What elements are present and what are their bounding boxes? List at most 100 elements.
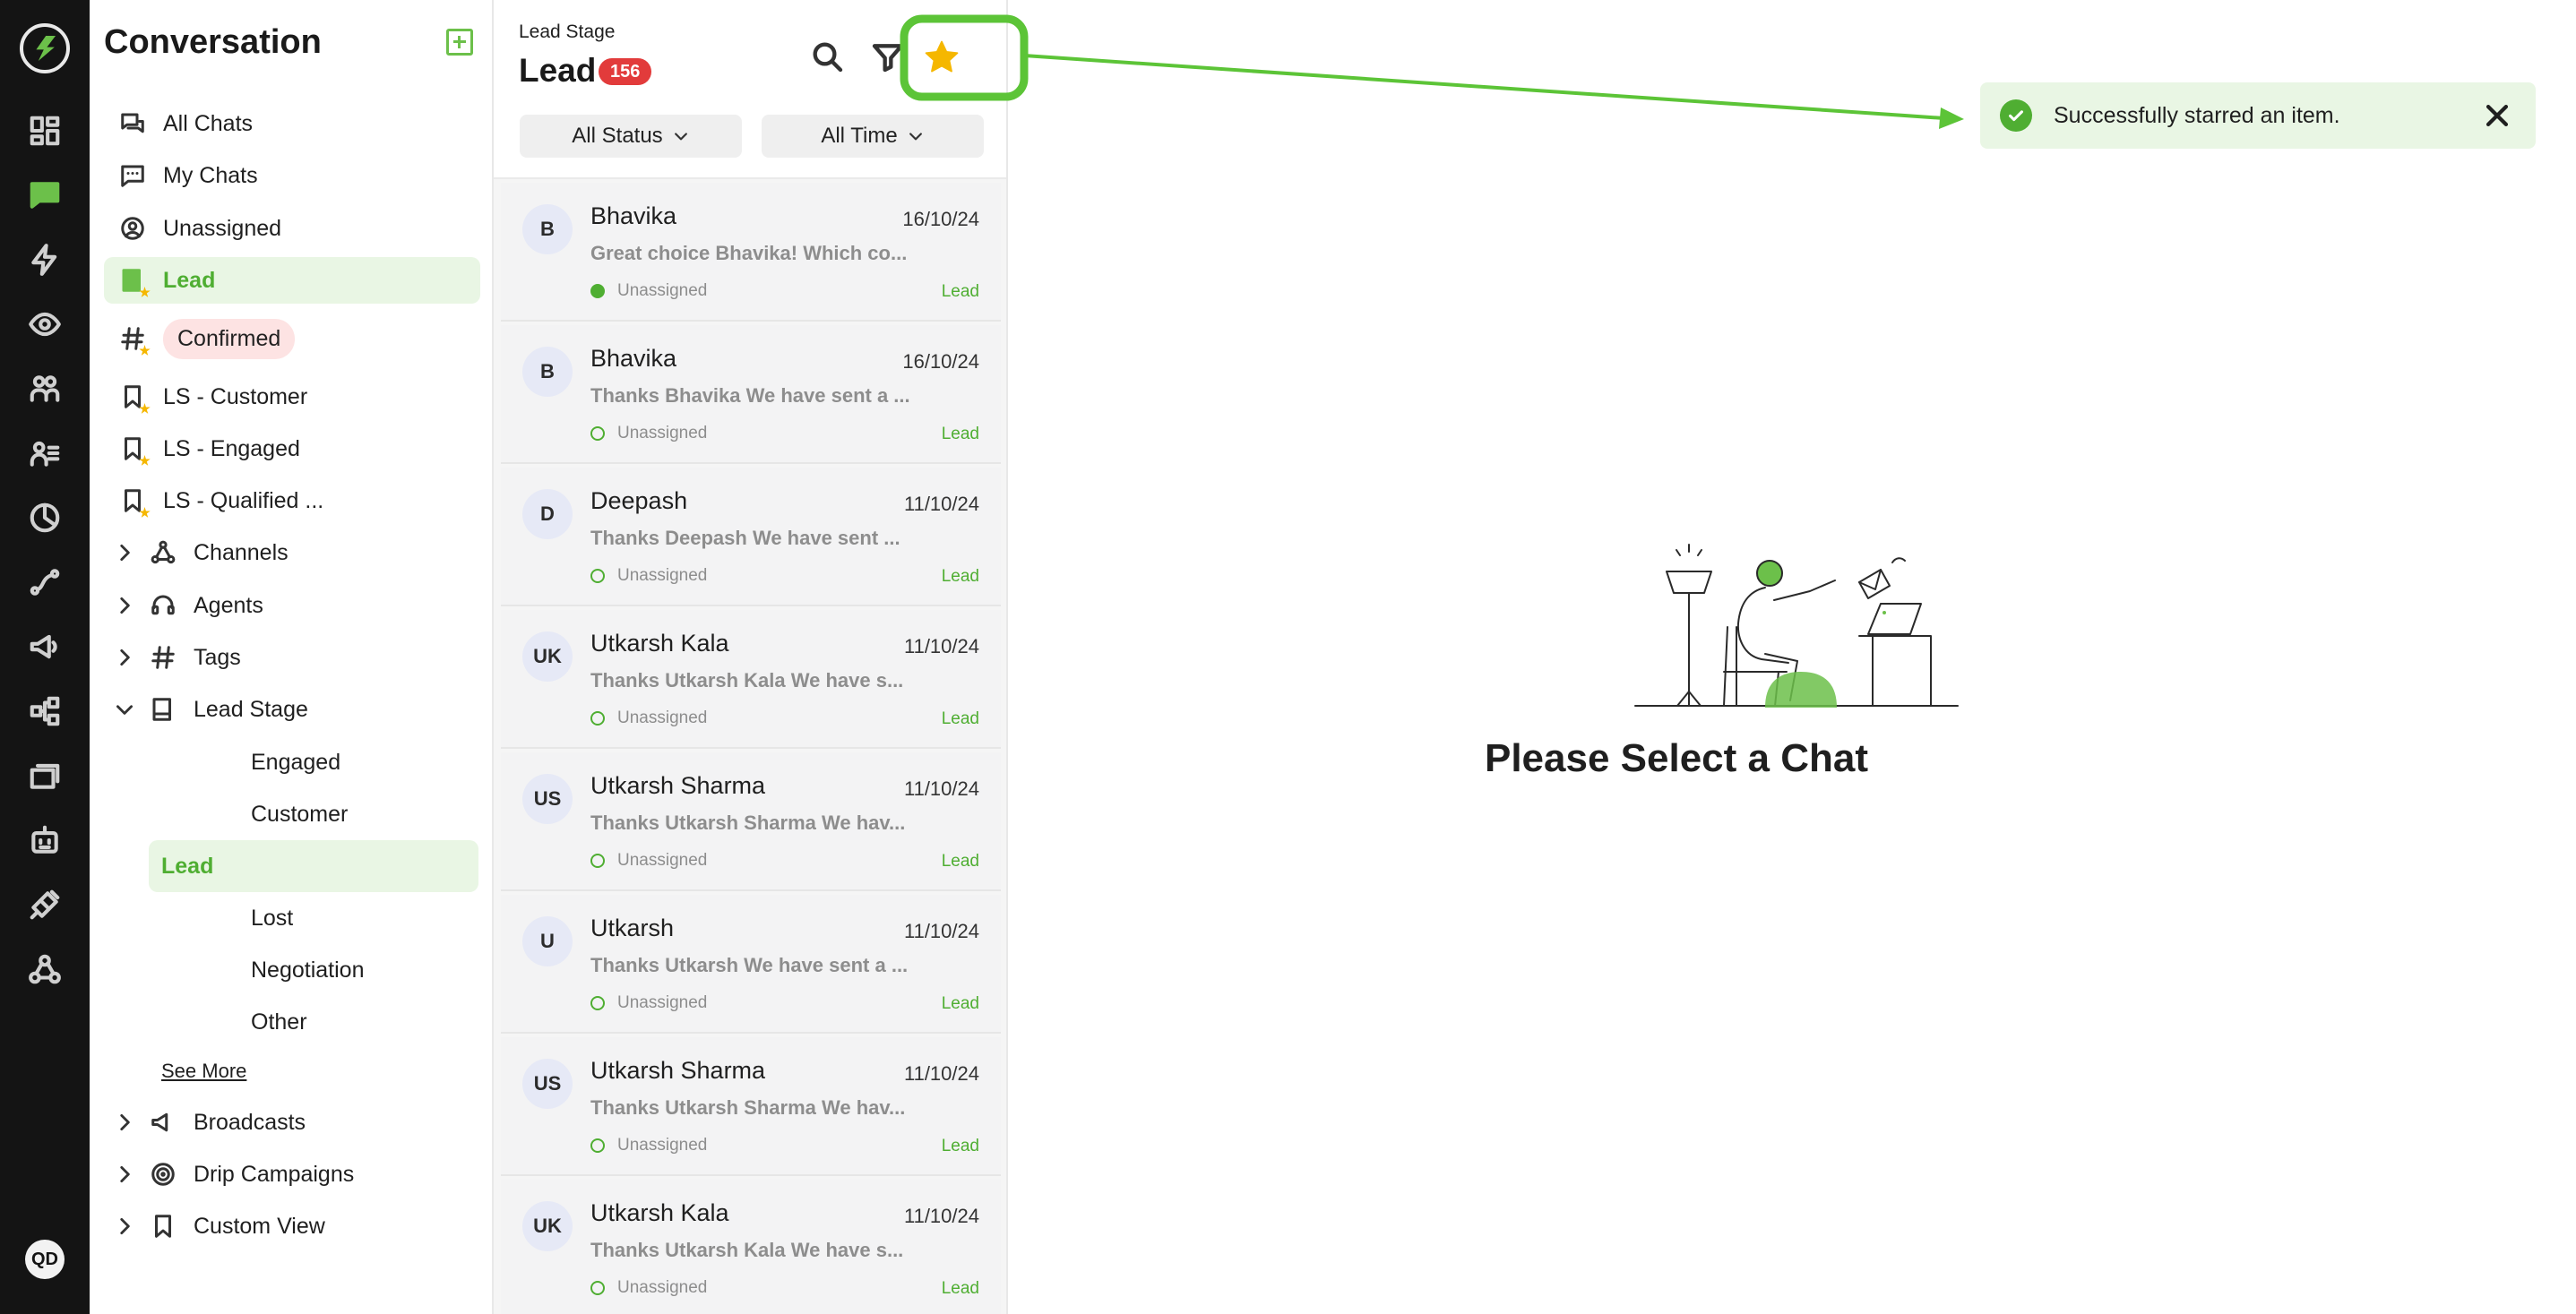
contact-name: Deepash [590, 487, 688, 514]
chat-detail-area: Successfully starred an item. Please Sel… [1008, 0, 2576, 1314]
chat-list-item[interactable]: UK Utkarsh Kala 11/10/24 Thanks Utkarsh … [501, 1180, 1001, 1314]
user-avatar[interactable]: QD [25, 1240, 65, 1279]
lead-stage-tag: Lead [941, 709, 979, 728]
star-button[interactable] [915, 30, 969, 84]
chat-list-item[interactable]: US Utkarsh Sharma 11/10/24 Thanks Utkars… [501, 1037, 1001, 1176]
contact-avatar: US [522, 774, 573, 824]
toast-message: Successfully starred an item. [2054, 102, 2340, 128]
sidebar-group-label: Lead Stage [194, 696, 308, 722]
empty-state-title: Please Select a Chat [1008, 736, 2576, 781]
assignment-status: Unassigned [590, 566, 707, 586]
chat-list-item[interactable]: B Bhavika 16/10/24 Great choice Bhavika!… [501, 183, 1001, 322]
sidebar-group-agents[interactable]: Agents [104, 582, 480, 629]
sidebar-group-lead-stage[interactable]: Lead Stage [104, 686, 480, 733]
bolt-icon[interactable] [27, 242, 63, 278]
chat-list-title: Lead [519, 52, 597, 89]
assignment-status: Unassigned [590, 993, 707, 1013]
channel-icon [590, 711, 605, 726]
sidebar-group-custom-view[interactable]: Custom View [104, 1203, 480, 1250]
target-icon [149, 1160, 177, 1189]
sidebar-item-all-chats[interactable]: All Chats [104, 100, 480, 147]
lead-stage-kicker: Lead Stage [519, 21, 616, 42]
left-rail: QD [0, 0, 90, 1314]
assignment-label: Unassigned [617, 993, 708, 1012]
last-message: Great choice Bhavika! Which co... [590, 242, 908, 264]
sidebar-item-my-chats[interactable]: My Chats [104, 152, 480, 199]
contact-avatar: B [522, 204, 573, 254]
time-filter-label: All Time [821, 124, 898, 148]
chevron-right-icon[interactable] [111, 539, 138, 566]
sidebar-item-label: My Chats [163, 162, 258, 188]
chat-date: 11/10/24 [903, 493, 979, 515]
assignment-label: Unassigned [617, 1136, 708, 1155]
sidebar-group-broadcasts[interactable]: Broadcasts [104, 1099, 480, 1146]
add-view-icon[interactable] [446, 29, 473, 56]
plug-icon[interactable] [27, 887, 63, 923]
chevron-down-icon [909, 133, 922, 141]
lead-stage-lead[interactable]: Lead [149, 840, 478, 892]
bookmark-icon [118, 382, 151, 414]
filter-icon[interactable] [866, 34, 910, 79]
eye-icon[interactable] [27, 306, 63, 342]
sidebar-group-label: Drip Campaigns [194, 1161, 355, 1187]
success-toast: Successfully starred an item. [1980, 82, 2536, 149]
close-icon[interactable] [2482, 100, 2512, 131]
chevron-right-icon[interactable] [111, 644, 138, 671]
assignment-label: Unassigned [617, 566, 708, 585]
sidebar-title: Conversation [104, 23, 322, 61]
assignment-label: Unassigned [617, 1278, 708, 1297]
sidebar-item-ls-engaged[interactable]: LS - Engaged [104, 425, 480, 472]
chat-count-badge: 156 [599, 58, 652, 85]
analytics-icon[interactable] [27, 500, 63, 536]
sidebar-item-unassigned[interactable]: Unassigned [104, 205, 480, 252]
webhook-icon[interactable] [27, 951, 63, 987]
team-icon[interactable] [27, 371, 63, 407]
assignment-status: Unassigned [590, 1278, 707, 1298]
assignment-status: Unassigned [590, 424, 707, 443]
chevron-right-icon[interactable] [111, 1109, 138, 1136]
chat-list-item[interactable]: B Bhavika 16/10/24 Thanks Bhavika We hav… [501, 325, 1001, 464]
sidebar-group-channels[interactable]: Channels [104, 529, 480, 576]
sidebar-item-label: Unassigned [163, 215, 282, 241]
lead-stage-tag: Lead [941, 282, 979, 301]
sidebar-group-tags[interactable]: Tags [104, 634, 480, 681]
chat-list-item[interactable]: US Utkarsh Sharma 11/10/24 Thanks Utkars… [501, 752, 1001, 891]
sidebar-group-drip-campaigns[interactable]: Drip Campaigns [104, 1151, 480, 1198]
search-icon[interactable] [805, 34, 849, 79]
sidebar-item-confirmed[interactable]: Confirmed [104, 315, 480, 362]
flow-icon[interactable] [27, 693, 63, 729]
chat-list-item[interactable]: U Utkarsh 11/10/24 Thanks Utkarsh We hav… [501, 895, 1001, 1034]
megaphone-icon[interactable] [27, 629, 63, 665]
contact-name: Utkarsh Sharma [590, 772, 766, 799]
status-filter-dropdown[interactable]: All Status [520, 115, 742, 158]
check-circle-icon [2000, 99, 2032, 132]
chat-bubble-icon [118, 161, 147, 190]
chevron-down-icon[interactable] [111, 696, 138, 723]
chat-icon[interactable] [27, 177, 63, 213]
windows-icon[interactable] [27, 758, 63, 794]
lead-stage-tag: Lead [941, 425, 979, 443]
route-icon[interactable] [27, 564, 63, 600]
chevron-right-icon[interactable] [111, 1213, 138, 1240]
contact-name: Utkarsh Sharma [590, 1057, 766, 1084]
dashboard-icon[interactable] [27, 113, 63, 149]
channel-icon [590, 854, 605, 868]
contacts-list-icon[interactable] [27, 435, 63, 471]
sidebar-item-lead[interactable]: Lead [104, 257, 480, 304]
see-more-link[interactable]: See More [161, 1060, 246, 1083]
bot-icon[interactable] [27, 822, 63, 858]
time-filter-dropdown[interactable]: All Time [762, 115, 984, 158]
last-message: Thanks Utkarsh Kala We have s... [590, 1239, 904, 1261]
chevron-right-icon[interactable] [111, 1161, 138, 1188]
chat-list-item[interactable]: D Deepash 11/10/24 Thanks Deepash We hav… [501, 468, 1001, 606]
bookmark-icon [118, 486, 151, 518]
app-logo-icon[interactable] [20, 23, 70, 73]
chat-list-item[interactable]: UK Utkarsh Kala 11/10/24 Thanks Utkarsh … [501, 610, 1001, 749]
empty-state-illustration [1634, 544, 1959, 708]
chat-date: 11/10/24 [903, 635, 979, 657]
status-filter-label: All Status [572, 124, 663, 148]
last-message: Thanks Utkarsh Sharma We hav... [590, 1096, 906, 1119]
sidebar-item-ls-qualified[interactable]: LS - Qualified ... [104, 477, 480, 524]
sidebar-item-ls-customer[interactable]: LS - Customer [104, 374, 480, 420]
chevron-right-icon[interactable] [111, 592, 138, 619]
